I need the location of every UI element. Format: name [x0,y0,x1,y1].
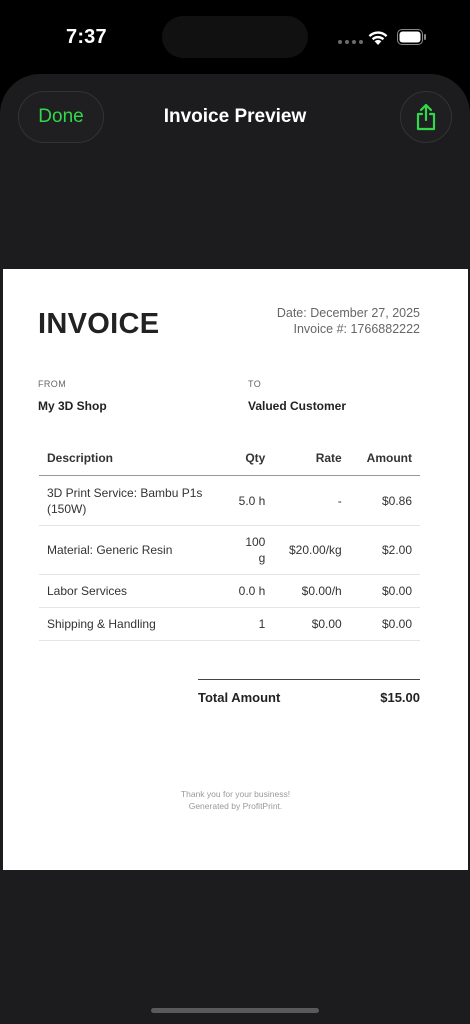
invoice-date: Date: December 27, 2025 [276,306,420,320]
to-label: TO [248,379,262,389]
table-row: Material: Generic Resin 100 g $20.00/kg … [39,525,420,575]
item-rate: - [265,475,342,526]
invoice-footer: Thank you for your business! Generated b… [3,788,468,812]
total-label: Total Amount [198,690,281,705]
battery-icon [397,29,426,45]
item-rate: $20.00/kg [265,525,342,575]
from-name: My 3D Shop [38,399,107,413]
column-header-qty: Qty [225,441,266,476]
to-name: Valued Customer [248,399,347,413]
item-amount: $2.00 [341,525,420,575]
item-qty: 1 [225,607,266,641]
item-amount: $0.00 [341,574,420,608]
status-time: 7:37 [66,26,107,48]
cellular-signal-icon [338,40,363,44]
total-value: $15.00 [380,690,420,705]
item-qty: 5.0 h [225,475,266,526]
item-rate: $0.00 [265,607,342,641]
share-icon [416,103,436,131]
item-amount: $0.86 [341,475,420,526]
invoice-number: Invoice #: 1766882222 [293,322,421,336]
footer-thanks: Thank you for your business! [180,789,291,799]
invoice-document: INVOICE Date: December 27, 2025 Invoice … [3,269,468,870]
table-row: 3D Print Service: Bambu P1s (150W) 5.0 h… [39,475,420,526]
status-bar: 7:37 [0,0,470,74]
column-header-description: Description [39,441,226,476]
item-qty: 0.0 h [225,574,266,608]
navigation-bar: Done Invoice Preview [0,74,470,164]
table-row: Labor Services 0.0 h $0.00/h $0.00 [39,574,420,608]
line-items-table: Description Qty Rate Amount 3D Print Ser… [39,441,420,641]
invoice-title: INVOICE [38,308,160,340]
item-qty: 100 g [225,525,266,575]
item-description: Labor Services [39,574,226,608]
item-description: Material: Generic Resin [39,525,226,575]
item-amount: $0.00 [341,607,420,641]
wifi-icon [368,31,388,45]
item-description: Shipping & Handling [39,607,226,641]
home-indicator[interactable] [151,1008,319,1013]
dynamic-island [162,16,308,58]
column-header-rate: Rate [265,441,342,476]
column-header-amount: Amount [341,441,420,476]
share-button[interactable] [400,91,452,143]
item-description: 3D Print Service: Bambu P1s (150W) [39,475,226,526]
footer-generated: Generated by ProfitPrint. [188,801,283,811]
table-header-row: Description Qty Rate Amount [39,441,420,476]
table-row: Shipping & Handling 1 $0.00 $0.00 [39,607,420,641]
invoice-preview-sheet: Done Invoice Preview INVOICE Date: Decem… [0,74,470,1024]
invoice-meta: Date: December 27, 2025 Invoice #: 17668… [277,305,420,337]
item-rate: $0.00/h [265,574,342,608]
total-divider [198,679,420,680]
from-label: FROM [38,379,67,389]
